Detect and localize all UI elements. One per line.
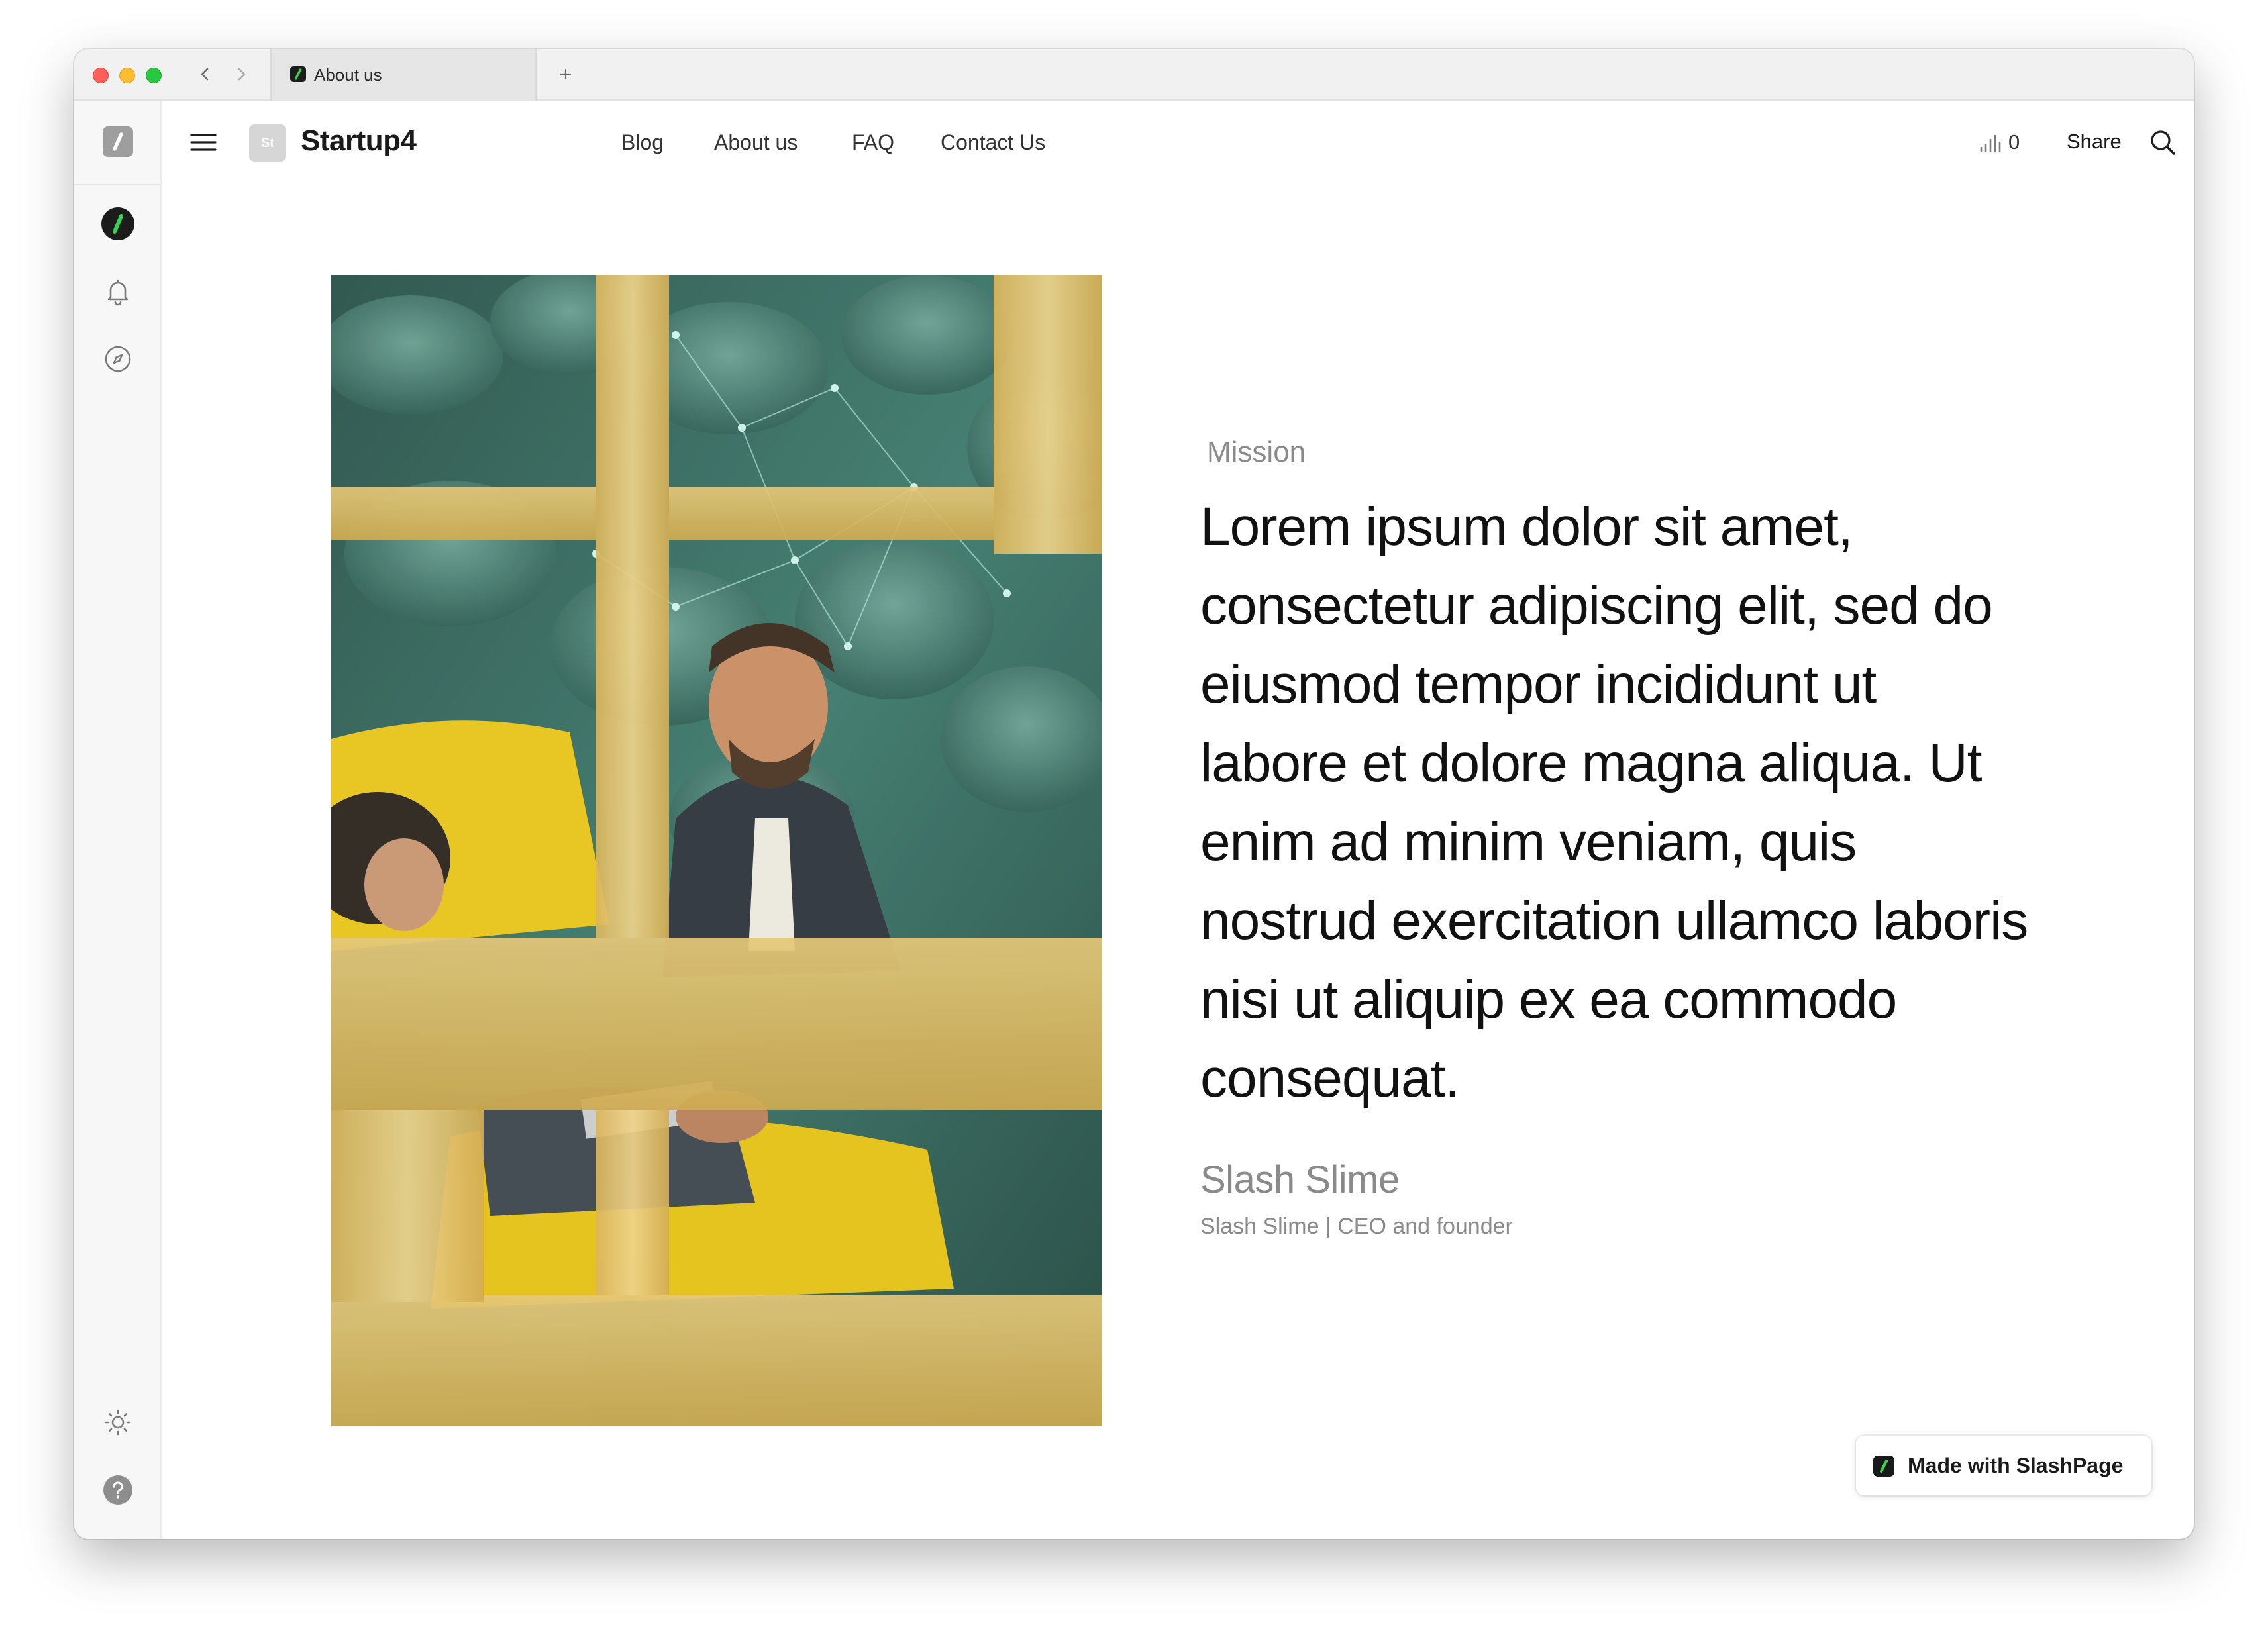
section-eyebrow: Mission bbox=[1207, 436, 1306, 468]
chevron-left-icon[interactable] bbox=[193, 62, 217, 86]
slashpage-logo-icon bbox=[1873, 1456, 1894, 1477]
badge-label: Made with SlashPage bbox=[1908, 1454, 2124, 1477]
workspace-avatar-icon[interactable] bbox=[101, 207, 135, 241]
browser-titlebar: About us bbox=[74, 49, 2194, 101]
compass-icon[interactable] bbox=[101, 342, 135, 376]
site-header: St Startup4 Blog About us FAQ Contact Us… bbox=[162, 101, 2194, 185]
browser-tab-active[interactable]: About us bbox=[270, 49, 537, 101]
nav-link-contact-us[interactable]: Contact Us bbox=[941, 130, 1045, 155]
made-with-slashpage-badge[interactable]: Made with SlashPage bbox=[1856, 1436, 2151, 1495]
mission-statement: Lorem ipsum dolor sit amet, consectetur … bbox=[1200, 497, 2028, 1109]
mission-section: Mission Lorem ipsum dolor sit amet, cons… bbox=[1200, 436, 2035, 1240]
chevron-right-icon[interactable] bbox=[229, 62, 253, 86]
views-counter[interactable]: 0 bbox=[1977, 127, 2036, 159]
menu-icon[interactable] bbox=[188, 127, 219, 158]
help-icon[interactable] bbox=[101, 1473, 135, 1507]
share-button[interactable]: Share bbox=[2067, 130, 2122, 154]
plus-icon[interactable] bbox=[554, 62, 578, 86]
author-role: Slash Slime | CEO and founder bbox=[1200, 1214, 1513, 1239]
bell-icon[interactable] bbox=[101, 274, 135, 309]
nav-link-faq[interactable]: FAQ bbox=[852, 130, 894, 155]
nav-link-about-us[interactable]: About us bbox=[714, 130, 798, 155]
bar-chart-icon bbox=[1980, 134, 2001, 153]
tab-title: About us bbox=[314, 65, 382, 85]
about-hero-photo bbox=[331, 275, 1102, 1426]
site-name[interactable]: Startup4 bbox=[301, 124, 417, 158]
slashpage-favicon-icon bbox=[290, 66, 306, 82]
nav-link-blog[interactable]: Blog bbox=[621, 130, 664, 155]
app-sidebar-rail bbox=[74, 101, 162, 1539]
slashpage-logo-icon[interactable] bbox=[101, 124, 135, 159]
views-count: 0 bbox=[2008, 130, 2020, 154]
search-icon[interactable] bbox=[2147, 127, 2178, 158]
author-name: Slash Slime bbox=[1200, 1158, 1400, 1201]
minimize-window-button[interactable] bbox=[119, 68, 135, 83]
close-window-button[interactable] bbox=[93, 68, 109, 83]
maximize-window-button[interactable] bbox=[146, 68, 162, 83]
rail-divider bbox=[74, 184, 160, 185]
site-logo[interactable]: St bbox=[249, 124, 286, 162]
browser-window: About us St Startup4 Blog About us FAQ C… bbox=[74, 49, 2194, 1539]
sun-icon[interactable] bbox=[101, 1405, 135, 1440]
office-photo-illustration bbox=[331, 275, 1102, 1426]
